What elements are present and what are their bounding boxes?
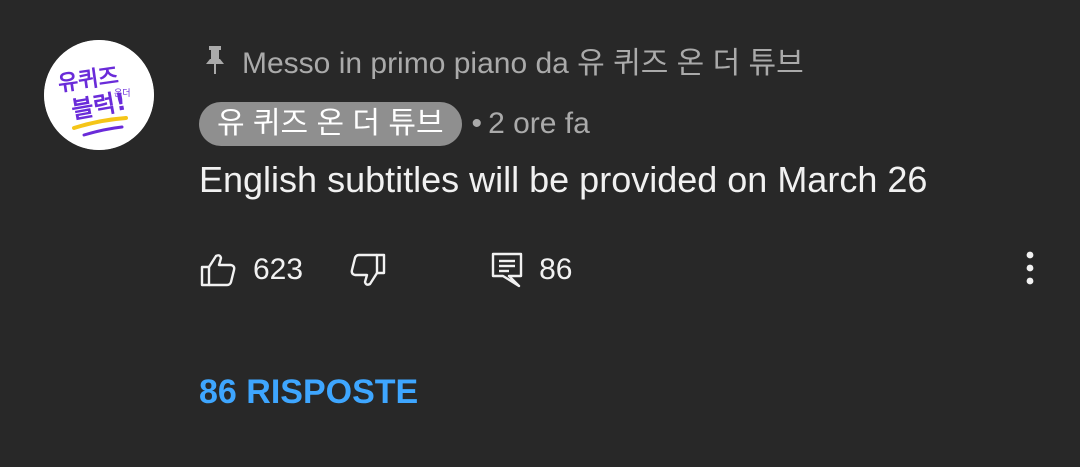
comment-icon [491,252,523,288]
pinned-comment: 유퀴즈 온더 블럭! Messo in primo piano da 유 퀴즈 … [0,0,1080,467]
like-button[interactable]: 623 [199,252,303,288]
meta-separator: • [471,107,483,140]
author-name[interactable]: 유 퀴즈 온 더 튜브 [199,102,462,146]
pin-icon [202,43,228,77]
view-replies-link[interactable]: 86 RISPOSTE [199,370,418,414]
comment-actions: 623 86 [199,246,572,294]
pinned-label: Messo in primo piano da 유 퀴즈 온 더 튜브 [242,47,804,80]
comment-menu-button[interactable] [1014,248,1046,292]
comment-text: English subtitles will be provided on Ma… [199,159,928,200]
thumbs-down-icon [349,252,387,288]
dislike-button[interactable] [349,252,387,288]
thumbs-up-icon [199,252,237,288]
like-count: 623 [253,253,304,286]
channel-avatar[interactable]: 유퀴즈 온더 블럭! [44,40,154,150]
channel-logo: 유퀴즈 온더 블럭! [44,40,154,150]
more-vertical-icon [1026,250,1034,291]
pinned-indicator: Messo in primo piano da 유 퀴즈 온 더 튜브 [202,40,804,80]
reply-button[interactable]: 86 [491,252,572,288]
reply-count: 86 [539,253,573,286]
comment-meta: 유 퀴즈 온 더 튜브 • 2 ore fa [199,102,590,146]
comment-timestamp: 2 ore fa [488,107,590,140]
